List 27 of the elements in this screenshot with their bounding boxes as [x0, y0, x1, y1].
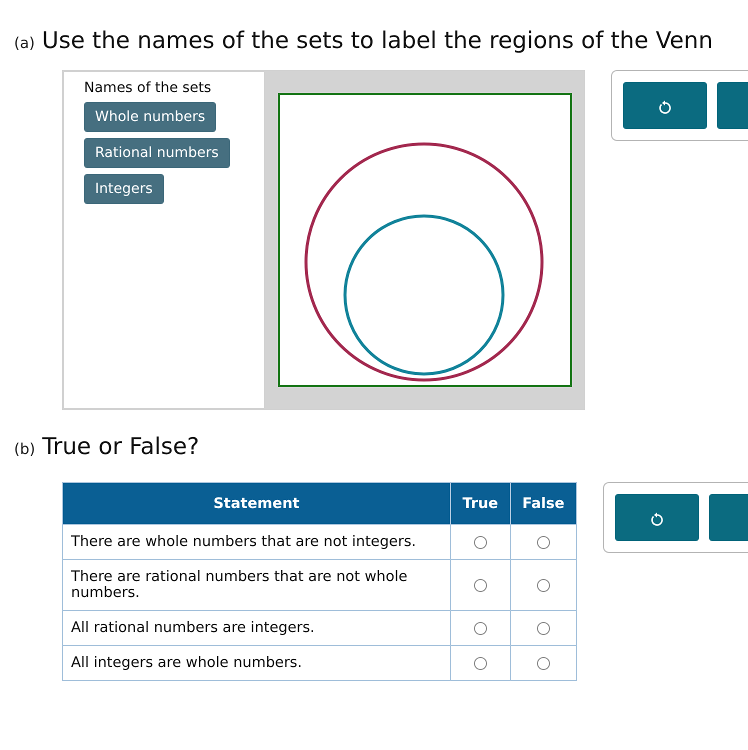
false-radio[interactable] [536, 656, 550, 670]
false-radio[interactable] [536, 536, 550, 549]
false-radio[interactable] [536, 578, 550, 592]
set-name-chip[interactable]: Rational numbers [84, 138, 230, 168]
undo-button[interactable] [622, 82, 707, 129]
statement-cell: There are rational numbers that are not whole numbers. [62, 560, 450, 610]
part-label: (b) [14, 440, 36, 458]
question-prompt: True or False? [42, 434, 200, 460]
column-header: Statement [62, 482, 450, 524]
true-radio[interactable] [474, 656, 487, 670]
part-label: (a) [14, 34, 35, 52]
false-radio[interactable] [536, 622, 550, 635]
true-radio[interactable] [474, 622, 487, 635]
set-name-chip[interactable]: Whole numbers [84, 102, 216, 132]
undo-button[interactable] [615, 494, 700, 541]
undo-icon [650, 510, 664, 526]
set-name-chip[interactable]: Integers [84, 174, 164, 204]
statement-cell: All rational numbers are integers. [62, 610, 450, 646]
statement-cell: There are whole numbers that are not integers. [62, 524, 450, 560]
statement-cell: All integers are whole numbers. [62, 646, 450, 680]
column-header: True [450, 482, 510, 524]
undo-icon [658, 98, 672, 114]
true-radio[interactable] [474, 578, 487, 592]
question-prompt: Use the names of the sets to label the regions of the Venn [42, 28, 713, 54]
sets-title: Names of the sets [84, 80, 212, 96]
true-radio[interactable] [474, 536, 487, 549]
column-header: False [510, 482, 576, 524]
